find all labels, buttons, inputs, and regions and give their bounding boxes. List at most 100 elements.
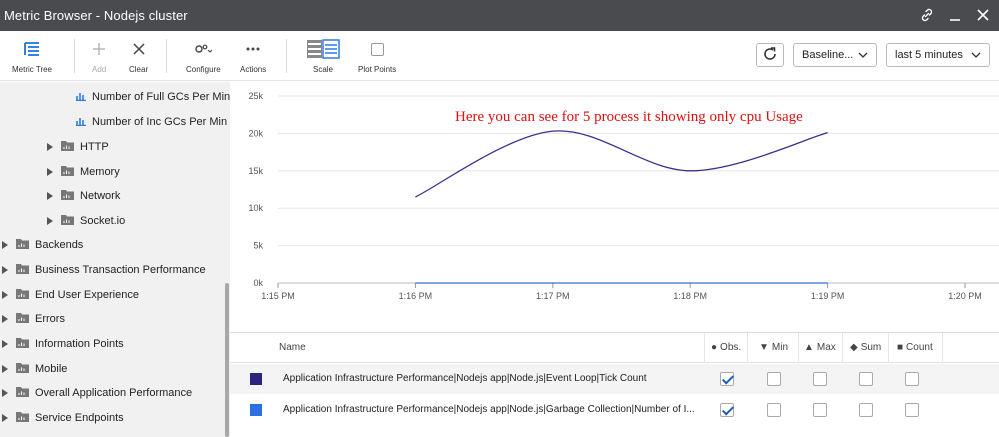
series-color-swatch [250,404,262,416]
folder-icon [16,411,29,425]
tree-icon [24,39,40,59]
max-checkbox[interactable] [813,403,827,417]
tree-item-label: Number of Inc GCs Per Min [92,116,228,128]
tree-item-label: Network [80,190,121,202]
expand-arrow-icon[interactable] [45,216,55,226]
y-tick-label: 0k [253,278,263,288]
obs-checkbox[interactable] [720,403,734,417]
tree-item-label: Socket.io [80,215,126,227]
tree-item-label: Overall Application Performance [35,387,193,399]
tree-item[interactable]: Socket.io [45,211,125,231]
refresh-button[interactable] [756,43,784,67]
y-tick-label: 25k [248,91,263,101]
tree-item-label: Backends [35,239,84,251]
scale-button[interactable]: Scale [306,39,340,74]
expand-arrow-icon[interactable] [0,314,10,324]
add-button[interactable]: Add [92,39,106,74]
actions-button[interactable]: Actions [240,39,266,74]
column-name-header[interactable]: Name [279,342,306,353]
count-checkbox[interactable] [905,372,919,386]
expand-arrow-icon[interactable] [0,240,10,250]
expand-arrow-icon[interactable] [0,265,10,275]
max-checkbox[interactable] [813,372,827,386]
tree-item[interactable]: Business Transaction Performance [0,260,206,280]
configure-button[interactable]: Configure [186,39,221,74]
folder-icon [16,238,29,252]
tree-item-label: Service Endpoints [35,412,124,424]
chevron-down-icon [971,49,981,61]
expand-arrow-icon[interactable] [0,339,10,349]
plot-points-checkbox[interactable] [370,42,384,56]
folder-icon [16,362,29,376]
column-obs-header[interactable]: ● Obs. [711,342,741,353]
square-icon: ■ [897,342,904,353]
tree-item[interactable]: Mobile [0,359,67,379]
y-tick-label: 10k [248,203,263,213]
sum-checkbox[interactable] [859,372,873,386]
tree-item-label: Errors [35,313,65,325]
baseline-dropdown[interactable]: Baseline... [793,43,877,67]
expand-arrow-icon[interactable] [0,413,10,423]
tree-item[interactable]: Service Endpoints [0,408,124,428]
tree-item[interactable]: Errors [0,309,65,329]
tree-scrollbar[interactable] [225,283,229,437]
column-sum-header[interactable]: ◆ Sum [850,342,881,353]
triangle-down-icon: ▼ [759,342,769,353]
expand-arrow-icon[interactable] [45,191,55,201]
minimize-icon[interactable] [947,6,963,24]
tree-item[interactable]: Number of Inc GCs Per Min [76,112,227,132]
tree-item[interactable]: End User Experience [0,285,139,305]
obs-checkbox[interactable] [720,372,734,386]
metrics-table: Name ● Obs. ▼ Min ▲ Max ◆ Sum ■ Count Applica… [230,332,999,437]
y-tick-label: 15k [248,166,263,176]
folder-icon [61,165,74,179]
tree-item-label: End User Experience [35,289,139,301]
tree-item[interactable]: Overall Application Performance [0,383,192,403]
expand-arrow-icon[interactable] [0,290,10,300]
tree-item[interactable]: Number of Full GCs Per Min [76,87,230,107]
gear-dropdown-icon [193,39,213,59]
metric-tree-panel: Number of Full GCs Per Min Number of Inc … [0,82,230,437]
series-line [415,130,828,198]
tree-item[interactable]: Backends [0,235,83,255]
table-header: Name ● Obs. ▼ Min ▲ Max ◆ Sum ■ Count [230,333,999,363]
close-icon[interactable] [975,6,991,24]
x-tick-label: 1:16 PM [399,291,433,301]
column-min-header[interactable]: ▼ Min [759,342,788,353]
x-tick-label: 1:15 PM [261,291,295,301]
tree-item[interactable]: HTTP [45,137,109,157]
ellipsis-icon [245,39,261,59]
expand-arrow-icon[interactable] [0,364,10,374]
column-count-header[interactable]: ■ Count [897,342,933,353]
link-icon[interactable] [919,6,935,24]
folder-icon [16,386,29,400]
tree-item[interactable]: Memory [45,162,120,182]
clear-button[interactable]: Clear [129,39,148,74]
column-max-header[interactable]: ▲ Max [804,342,836,353]
expand-arrow-icon[interactable] [0,388,10,398]
min-checkbox[interactable] [767,403,781,417]
sum-checkbox[interactable] [859,403,873,417]
min-checkbox[interactable] [767,372,781,386]
diamond-icon: ◆ [850,342,858,353]
folder-icon [16,337,29,351]
metric-name: Application Infrastructure Performance|N… [283,404,695,415]
tree-item-label: HTTP [80,141,109,153]
tree-item[interactable]: Information Points [0,334,124,354]
time-range-dropdown[interactable]: last 5 minutes [886,43,990,67]
bar-chart-icon [76,91,86,104]
metric-name: Application Infrastructure Performance|N… [283,373,647,384]
metric-tree-button[interactable]: Metric Tree [12,39,52,74]
refresh-icon [762,46,778,65]
plot-points-toggle[interactable]: Plot Points [358,39,396,74]
table-row[interactable]: Application Infrastructure Performance|N… [230,364,999,394]
expand-arrow-icon[interactable] [45,142,55,152]
tree-item-label: Information Points [35,338,124,350]
x-icon [132,39,146,59]
tree-item[interactable]: Network [45,186,120,206]
expand-arrow-icon[interactable] [45,167,55,177]
x-tick-label: 1:17 PM [536,291,570,301]
table-row[interactable]: Application Infrastructure Performance|N… [230,395,999,425]
count-checkbox[interactable] [905,403,919,417]
folder-icon [61,140,74,154]
